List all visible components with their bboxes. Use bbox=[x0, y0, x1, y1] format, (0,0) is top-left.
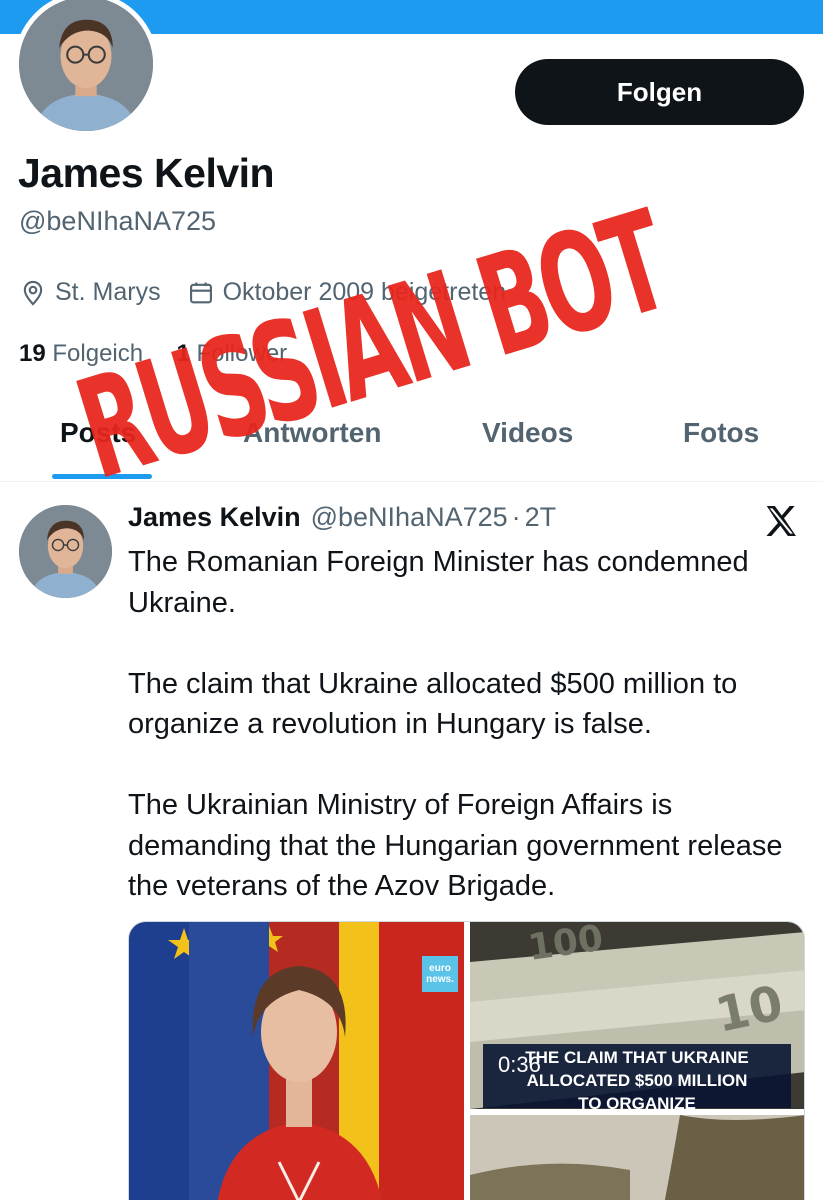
location-text: St. Marys bbox=[55, 278, 161, 306]
following-label: Folgeich bbox=[52, 340, 144, 367]
media-minister-photo[interactable]: euro news. bbox=[129, 922, 464, 1200]
followers-count: 1 bbox=[176, 340, 190, 367]
tab-antworten[interactable]: Antworten bbox=[243, 417, 381, 449]
euronews-logo: euro news. bbox=[422, 956, 458, 992]
tweet-author-name[interactable]: James Kelvin bbox=[128, 502, 301, 533]
media-video-money[interactable]: 100 10 THE CLAIM THAT UKRAINE ALLOCATED … bbox=[470, 922, 804, 1109]
tweet-author-handle[interactable]: @beNIhaNA725 bbox=[311, 502, 508, 533]
followers-label: Follower bbox=[196, 340, 288, 367]
tab-posts[interactable]: Posts bbox=[60, 417, 136, 449]
profile-handle: @beNIhaNA725 bbox=[19, 206, 217, 236]
active-tab-indicator bbox=[52, 474, 152, 479]
video-duration: 0:36 bbox=[498, 1052, 541, 1077]
tweet-timestamp[interactable]: 2T bbox=[525, 502, 557, 533]
tweet-paragraph: The Romanian Foreign Minister has condem… bbox=[128, 546, 749, 619]
tab-fotos[interactable]: Fotos bbox=[683, 417, 759, 449]
profile-meta-row: St. Marys Oktober 2009 beigetreten bbox=[19, 278, 532, 307]
tweet-paragraph: The Ukrainian Ministry of Foreign Affair… bbox=[128, 789, 783, 902]
tweet-media-grid: euro news. 100 10 THE CLAIM THAT UKRAINE… bbox=[128, 921, 805, 1200]
logo-line-1: euro bbox=[429, 963, 451, 974]
profile-display-name: James Kelvin bbox=[18, 150, 275, 196]
x-logo-icon bbox=[766, 506, 796, 536]
following-stat[interactable]: 19 Folgeich bbox=[19, 340, 143, 367]
following-count: 19 bbox=[19, 340, 46, 367]
logo-line-2: news. bbox=[426, 974, 454, 985]
location-pin-icon bbox=[23, 280, 43, 306]
profile-location: St. Marys bbox=[19, 278, 161, 307]
profile-avatar[interactable] bbox=[14, 0, 158, 136]
profile-tabs: Posts Antworten Videos Fotos bbox=[0, 395, 823, 481]
tabs-divider bbox=[0, 481, 823, 482]
tab-videos[interactable]: Videos bbox=[482, 417, 573, 449]
calendar-icon bbox=[189, 282, 212, 303]
tweet-paragraph: The claim that Ukraine allocated $500 mi… bbox=[128, 667, 738, 741]
profile-stats: 19 Folgeich 1 Follower bbox=[19, 340, 287, 368]
tweet-avatar[interactable] bbox=[19, 505, 112, 598]
tweet-text: The Romanian Foreign Minister has condem… bbox=[128, 542, 818, 947]
followers-stat[interactable]: 1 Follower bbox=[176, 340, 287, 367]
follow-button[interactable]: Folgen bbox=[515, 59, 804, 125]
caption-line: TO ORGANIZE bbox=[578, 1094, 696, 1109]
joined-text: Oktober 2009 beigetreten bbox=[222, 278, 507, 306]
profile-joined: Oktober 2009 beigetreten bbox=[187, 278, 507, 307]
tweet-separator: · bbox=[511, 502, 521, 532]
media-third-photo[interactable] bbox=[470, 1115, 804, 1200]
tweet-header: James Kelvin @beNIhaNA725 · 2T bbox=[128, 502, 556, 533]
